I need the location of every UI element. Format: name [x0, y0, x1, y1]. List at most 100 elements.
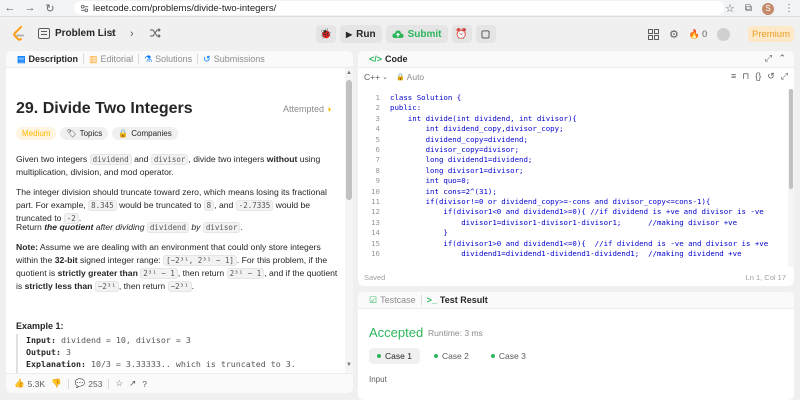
previous-problem-icon[interactable]: ‹ — [110, 28, 114, 40]
editor-scrollbar[interactable] — [788, 89, 794, 267]
next-problem-icon[interactable]: › — [130, 28, 134, 40]
tab-test-result[interactable]: >_ Test Result — [422, 295, 493, 305]
code-text[interactable]: dividend_copy=dividend; — [390, 135, 528, 144]
format-lines-icon[interactable]: ≡ — [731, 71, 736, 82]
code-line[interactable]: 16 dividend1=dividend1-dividend1-dividen… — [358, 249, 788, 259]
favorite-star-icon[interactable]: ☆ — [115, 378, 123, 389]
description-scroll-thumb[interactable] — [346, 80, 352, 200]
code-text[interactable]: divisor_copy=divisor; — [390, 145, 519, 154]
run-label: Run — [356, 28, 376, 40]
premium-button[interactable]: Premium — [748, 26, 794, 42]
half-circle-icon: ◑ — [326, 104, 332, 114]
topics-button[interactable]: 🏷 Topics — [60, 127, 109, 140]
scroll-up-arrow-icon[interactable]: ▲ — [346, 70, 352, 76]
code-text[interactable]: public: — [390, 103, 421, 112]
code-line[interactable]: 6 divisor_copy=divisor; — [358, 145, 788, 155]
line-number: 7 — [375, 155, 380, 165]
code-line[interactable]: 13 divisor1=divisor1-divisor1-divisor1; … — [358, 218, 788, 228]
code-text[interactable]: int divide(int dividend, int divisor){ — [390, 114, 577, 123]
code-line[interactable]: 2 public: — [358, 103, 788, 113]
leetcode-logo[interactable] — [12, 26, 26, 42]
code-line[interactable]: 3 int divide(int dividend, int divisor){ — [358, 114, 788, 124]
user-avatar[interactable] — [717, 27, 731, 41]
code-line[interactable]: 9 int quo=0; — [358, 176, 788, 186]
cloud-upload-icon — [392, 29, 404, 39]
submit-button[interactable]: Submit — [385, 25, 448, 43]
code-text[interactable]: class Solution { — [390, 93, 461, 102]
case-tab-1[interactable]: Case 1 — [369, 348, 420, 364]
bookmark-star-icon[interactable]: ☆ — [725, 2, 735, 15]
run-button[interactable]: ▶ Run — [340, 25, 382, 43]
share-icon[interactable]: ↗ — [129, 378, 136, 389]
code-text[interactable]: long dividend1=dividend; — [390, 155, 533, 164]
code-line[interactable]: 11 if(divisor!=0 or dividend_copy>=-cons… — [358, 197, 788, 207]
code-text[interactable]: int dividend_copy,divisor_copy; — [390, 124, 564, 133]
language-select[interactable]: C++ ⌄ — [364, 72, 388, 82]
auto-mode-toggle[interactable]: 🔒 Auto — [396, 72, 424, 82]
browser-menu-icon[interactable]: ⋮ — [784, 3, 794, 14]
settings-gear-icon[interactable]: ⚙ — [669, 28, 679, 41]
back-icon[interactable]: ← — [0, 0, 20, 17]
code-editor[interactable]: 1 class Solution {2 public: 3 int divide(in… — [358, 89, 788, 267]
problem-list-icon[interactable] — [38, 28, 50, 39]
timer-button[interactable]: ⏰ — [451, 25, 472, 43]
description-scrollbar[interactable]: ▲ ▼ — [345, 68, 353, 373]
case-tab-2[interactable]: Case 2 — [426, 348, 477, 364]
reset-icon[interactable]: ↺ — [767, 71, 775, 82]
line-number: 3 — [375, 113, 380, 123]
fullscreen-icon[interactable]: ⤢ — [781, 71, 788, 82]
code-text[interactable]: long divisor1=divisor; — [390, 166, 524, 175]
code-text[interactable]: if(divisor1<0 and dividend1>=0){ //if di… — [390, 207, 763, 216]
like-button[interactable]: 👍 5.3K — [14, 378, 45, 389]
submit-label: Submit — [407, 28, 442, 40]
forward-icon[interactable]: → — [20, 0, 40, 17]
layout-grid-icon[interactable] — [648, 28, 659, 40]
code-line[interactable]: 8 long divisor1=divisor; — [358, 166, 788, 176]
code-text[interactable]: if(divisor1>0 and dividend1<=0){ //if di… — [390, 239, 768, 248]
code-text[interactable]: if(divisor!=0 or dividend_copy>=-cons an… — [390, 197, 711, 206]
code-line[interactable]: 7 long dividend1=dividend; — [358, 155, 788, 165]
collapse-chevron-icon[interactable]: ⌃ — [778, 53, 786, 64]
tab-editorial[interactable]: ▥ Editorial — [84, 54, 138, 65]
extensions-icon[interactable]: ⧉ — [745, 3, 752, 14]
site-info-icon[interactable] — [80, 4, 89, 13]
address-bar[interactable]: leetcode.com/problems/divide-two-integer… — [74, 1, 724, 15]
code-text[interactable]: int quo=0; — [390, 176, 471, 185]
help-icon[interactable]: ? — [142, 379, 147, 389]
tab-testcase[interactable]: ☑ Testcase — [364, 295, 421, 306]
code-line[interactable]: 15 if(divisor1>0 and dividend1<=0){ //if… — [358, 239, 788, 249]
code-line[interactable]: 4 int dividend_copy,divisor_copy; — [358, 124, 788, 134]
tab-solutions[interactable]: ⚗ Solutions — [139, 54, 197, 65]
debug-button[interactable]: 🐞 — [316, 25, 336, 43]
editor-scroll-thumb[interactable] — [789, 89, 793, 189]
url-text[interactable]: leetcode.com/problems/divide-two-integer… — [93, 3, 276, 14]
code-line[interactable]: 12 if(divisor1<0 and dividend1>=0){ //if… — [358, 207, 788, 217]
scroll-down-arrow-icon[interactable]: ▼ — [346, 362, 352, 368]
problem-list-link[interactable]: Problem List — [55, 28, 116, 39]
case-tab-3[interactable]: Case 3 — [483, 348, 534, 364]
code-line[interactable]: 10 int cons=2^(31); — [358, 187, 788, 197]
code-line[interactable]: 14 } — [358, 228, 788, 238]
tab-submissions[interactable]: ↺ Submissions — [198, 54, 270, 65]
maximize-icon[interactable]: ⤢ — [765, 53, 772, 64]
comments-button[interactable]: 💬 253 — [75, 378, 103, 389]
code-line[interactable]: 1 class Solution { — [358, 93, 788, 103]
bookmark-icon[interactable]: ⊓ — [742, 71, 749, 82]
notes-button[interactable]: ▢ — [475, 25, 496, 43]
streak-counter[interactable]: 🔥 0 — [689, 29, 707, 40]
code-text[interactable]: int cons=2^(31); — [390, 187, 497, 196]
code-line[interactable]: 5 dividend_copy=dividend; — [358, 135, 788, 145]
tab-code[interactable]: </> Code — [364, 54, 413, 64]
code-text[interactable]: dividend1=dividend1-dividend1-dividend1;… — [390, 249, 741, 258]
editor-toolbar: C++ ⌄ 🔒 Auto ≡ ⊓ {} ↺ ⤢ — [358, 68, 794, 85]
companies-button[interactable]: 🔒 Companies — [112, 127, 178, 140]
tab-description[interactable]: ▤ Description — [12, 54, 83, 65]
curly-braces-icon[interactable]: {} — [755, 71, 761, 82]
shuffle-icon[interactable] — [149, 27, 161, 39]
reload-icon[interactable]: ↻ — [40, 0, 60, 17]
profile-avatar[interactable]: S — [762, 2, 774, 15]
code-text[interactable]: } — [390, 228, 447, 237]
code-brackets-icon: </> — [369, 54, 383, 64]
code-text[interactable]: divisor1=divisor1-divisor1-divisor1; //m… — [390, 218, 737, 227]
dislike-button[interactable]: 👎 — [51, 378, 62, 389]
